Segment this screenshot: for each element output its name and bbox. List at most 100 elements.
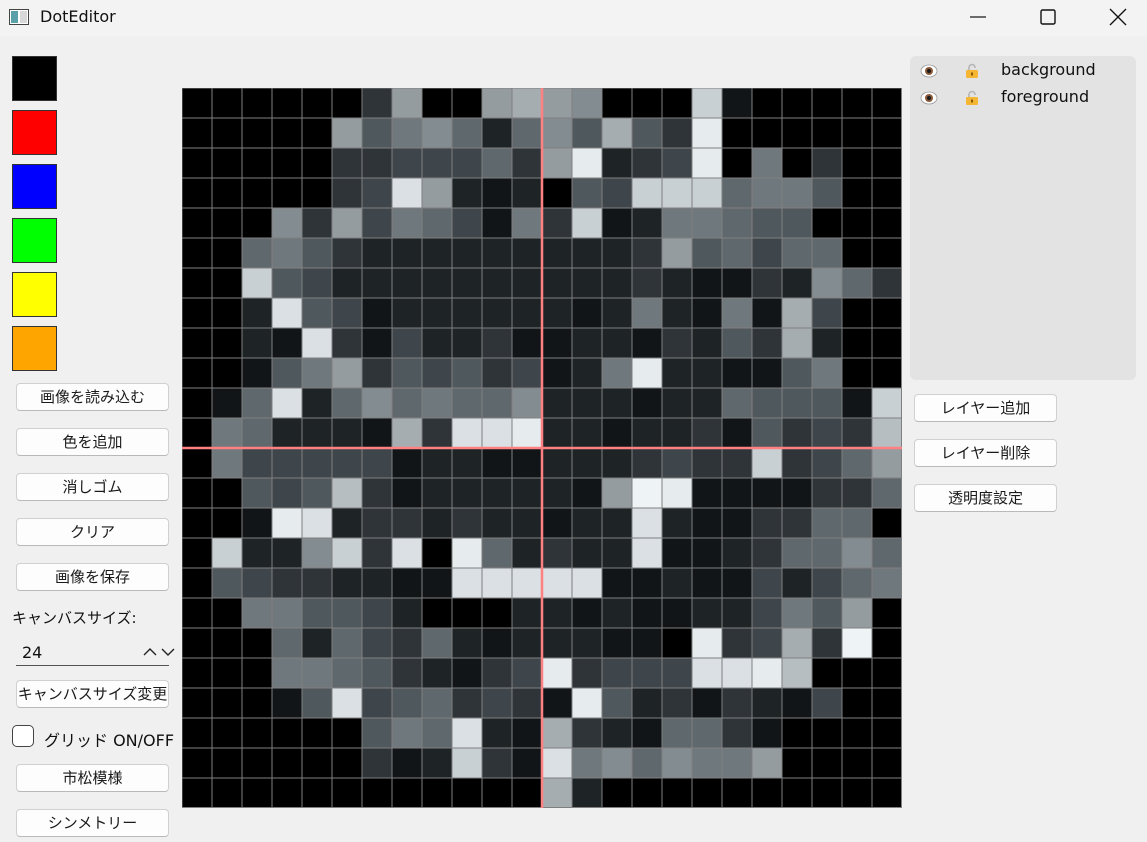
- pixel-cell[interactable]: [752, 388, 782, 418]
- pixel-cell[interactable]: [692, 238, 722, 268]
- chevron-up-icon[interactable]: [142, 644, 158, 660]
- pixel-cell[interactable]: [182, 688, 212, 718]
- eye-icon[interactable]: [920, 64, 938, 78]
- pixel-cell[interactable]: [482, 328, 512, 358]
- pixel-cell[interactable]: [512, 748, 542, 778]
- pixel-cell[interactable]: [242, 358, 272, 388]
- pixel-cell[interactable]: [452, 538, 482, 568]
- pixel-cell[interactable]: [632, 328, 662, 358]
- pixel-cell[interactable]: [602, 478, 632, 508]
- pixel-cell[interactable]: [362, 238, 392, 268]
- pixel-cell[interactable]: [242, 388, 272, 418]
- pixel-cell[interactable]: [872, 688, 902, 718]
- pixel-cell[interactable]: [842, 718, 872, 748]
- pixel-cell[interactable]: [182, 718, 212, 748]
- pixel-cell[interactable]: [752, 658, 782, 688]
- pixel-cell[interactable]: [242, 298, 272, 328]
- pixel-cell[interactable]: [452, 358, 482, 388]
- pixel-cell[interactable]: [272, 538, 302, 568]
- pixel-cell[interactable]: [302, 508, 332, 538]
- pixel-cell[interactable]: [722, 778, 752, 808]
- pixel-cell[interactable]: [242, 508, 272, 538]
- pixel-cell[interactable]: [302, 328, 332, 358]
- pixel-cell[interactable]: [392, 118, 422, 148]
- pixel-cell[interactable]: [782, 658, 812, 688]
- pixel-cell[interactable]: [212, 268, 242, 298]
- pixel-cell[interactable]: [782, 538, 812, 568]
- pixel-cell[interactable]: [392, 298, 422, 328]
- pixel-cell[interactable]: [512, 538, 542, 568]
- pixel-cell[interactable]: [242, 208, 272, 238]
- lock-icon[interactable]: [964, 90, 980, 106]
- pixel-cell[interactable]: [752, 238, 782, 268]
- pixel-cell[interactable]: [242, 418, 272, 448]
- pixel-cell[interactable]: [422, 298, 452, 328]
- pixel-cell[interactable]: [722, 598, 752, 628]
- pixel-cell[interactable]: [602, 568, 632, 598]
- pixel-cell[interactable]: [782, 238, 812, 268]
- pixel-cell[interactable]: [392, 328, 422, 358]
- pixel-cell[interactable]: [332, 688, 362, 718]
- pixel-cell[interactable]: [212, 178, 242, 208]
- pixel-cell[interactable]: [512, 88, 542, 118]
- pixel-cell[interactable]: [602, 718, 632, 748]
- pixel-cell[interactable]: [812, 118, 842, 148]
- pixel-cell[interactable]: [512, 388, 542, 418]
- pixel-cell[interactable]: [332, 268, 362, 298]
- pixel-cell[interactable]: [842, 688, 872, 718]
- pixel-cell[interactable]: [842, 448, 872, 478]
- pixel-cell[interactable]: [542, 748, 572, 778]
- pixel-cell[interactable]: [542, 658, 572, 688]
- pixel-cell[interactable]: [812, 328, 842, 358]
- delete-layer-button[interactable]: レイヤー削除: [914, 439, 1057, 467]
- pixel-cell[interactable]: [782, 778, 812, 808]
- pixel-cell[interactable]: [512, 298, 542, 328]
- pixel-cell[interactable]: [212, 298, 242, 328]
- pixel-cell[interactable]: [542, 568, 572, 598]
- pixel-cell[interactable]: [752, 778, 782, 808]
- pixel-cell[interactable]: [452, 658, 482, 688]
- pixel-cell[interactable]: [842, 598, 872, 628]
- pixel-cell[interactable]: [452, 178, 482, 208]
- pixel-cell[interactable]: [302, 208, 332, 238]
- pixel-cell[interactable]: [182, 268, 212, 298]
- pixel-cell[interactable]: [662, 238, 692, 268]
- pixel-cell[interactable]: [242, 718, 272, 748]
- pixel-cell[interactable]: [302, 718, 332, 748]
- pixel-cell[interactable]: [272, 208, 302, 238]
- pixel-cell[interactable]: [332, 478, 362, 508]
- pixel-cell[interactable]: [302, 388, 332, 418]
- pixel-cell[interactable]: [722, 748, 752, 778]
- pixel-cell[interactable]: [752, 688, 782, 718]
- pixel-cell[interactable]: [332, 148, 362, 178]
- pixel-cell[interactable]: [362, 658, 392, 688]
- pixel-cell[interactable]: [632, 88, 662, 118]
- color-swatch[interactable]: [12, 110, 57, 155]
- pixel-cell[interactable]: [782, 688, 812, 718]
- pixel-cell[interactable]: [512, 448, 542, 478]
- pixel-cell[interactable]: [782, 448, 812, 478]
- pixel-cell[interactable]: [662, 748, 692, 778]
- pixel-cell[interactable]: [572, 268, 602, 298]
- pixel-cell[interactable]: [872, 628, 902, 658]
- pixel-cell[interactable]: [812, 208, 842, 238]
- pixel-cell[interactable]: [782, 358, 812, 388]
- pixel-cell[interactable]: [362, 568, 392, 598]
- pixel-cell[interactable]: [692, 598, 722, 628]
- pixel-cell[interactable]: [482, 418, 512, 448]
- pixel-cell[interactable]: [302, 418, 332, 448]
- pixel-cell[interactable]: [422, 568, 452, 598]
- pixel-cell[interactable]: [782, 208, 812, 238]
- pixel-cell[interactable]: [512, 478, 542, 508]
- pixel-cell[interactable]: [482, 508, 512, 538]
- pixel-cell[interactable]: [362, 778, 392, 808]
- pixel-cell[interactable]: [572, 448, 602, 478]
- minimize-button[interactable]: [955, 0, 1001, 34]
- pixel-cell[interactable]: [722, 658, 752, 688]
- checker-pattern-button[interactable]: 市松模様: [16, 764, 169, 792]
- pixel-cell[interactable]: [872, 88, 902, 118]
- pixel-cell[interactable]: [482, 358, 512, 388]
- pixel-cell[interactable]: [752, 448, 782, 478]
- pixel-cell[interactable]: [392, 418, 422, 448]
- pixel-cell[interactable]: [272, 778, 302, 808]
